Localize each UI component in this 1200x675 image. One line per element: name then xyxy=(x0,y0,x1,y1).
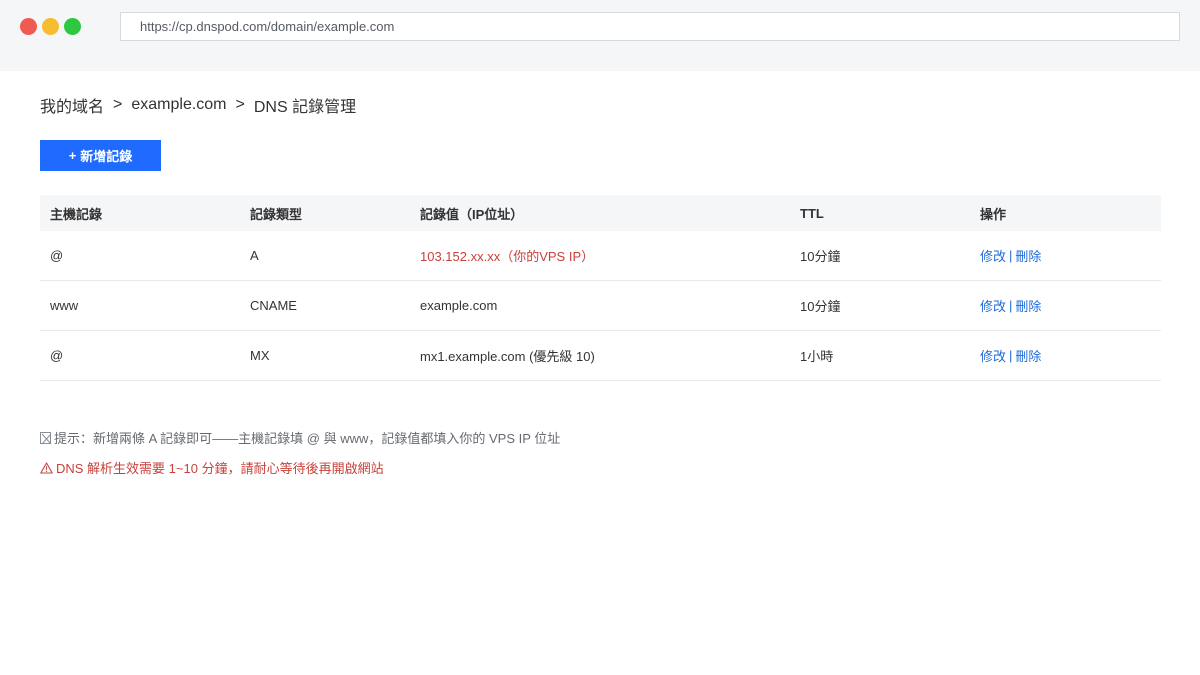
record-ttl: 1小時 xyxy=(800,349,834,364)
header-type: 記錄類型 xyxy=(250,206,303,222)
delete-record-link[interactable]: 刪除 xyxy=(1015,346,1041,365)
edit-record-link[interactable]: 修改 xyxy=(980,346,1006,365)
dns-records-table: 主機記錄 記錄類型 記錄值（IP位址） TTL 操作 @ A 103.152.x… xyxy=(40,195,1161,381)
tip-text: 提示：新增兩條 A 記錄即可——主機記錄填 @ 與 www，記錄值都填入你的 V… xyxy=(54,431,561,446)
record-ttl: 10分鐘 xyxy=(800,299,841,314)
tip-box-icon xyxy=(40,431,52,444)
record-actions: 修改 | 刪除 xyxy=(980,231,1041,280)
delete-record-link[interactable]: 刪除 xyxy=(1015,296,1041,315)
breadcrumb-separator: > xyxy=(235,96,245,113)
record-actions: 修改 | 刪除 xyxy=(980,281,1041,330)
breadcrumb-current-page: DNS 記錄管理 xyxy=(253,99,357,116)
record-ttl: 10分鐘 xyxy=(800,249,841,264)
warning-text: DNS 解析生效需要 1~10 分鐘，請耐心等待後再開啟網站 xyxy=(56,461,384,476)
warning-triangle-icon xyxy=(40,461,53,474)
minimize-window-button[interactable] xyxy=(42,18,59,35)
add-record-label: 新增記錄 xyxy=(80,149,133,164)
maximize-window-button[interactable] xyxy=(64,18,81,35)
table-row: www CNAME example.com 10分鐘 修改 | 刪除 xyxy=(40,281,1161,331)
record-host: @ xyxy=(50,348,64,363)
record-value: mx1.example.com (優先級 10) xyxy=(420,349,595,364)
header-actions: 操作 xyxy=(980,206,1007,222)
header-host: 主機記錄 xyxy=(50,206,103,222)
header-ttl: TTL xyxy=(800,205,824,221)
delete-record-link[interactable]: 刪除 xyxy=(1015,246,1041,265)
table-header: 主機記錄 記錄類型 記錄值（IP位址） TTL 操作 xyxy=(40,195,1161,231)
edit-record-link[interactable]: 修改 xyxy=(980,296,1006,315)
edit-record-link[interactable]: 修改 xyxy=(980,246,1006,265)
warning-note: DNS 解析生效需要 1~10 分鐘，請耐心等待後再開啟網站 xyxy=(40,458,384,477)
record-type: CNAME xyxy=(250,298,297,313)
breadcrumb-domain[interactable]: example.com xyxy=(131,96,226,114)
close-window-button[interactable] xyxy=(20,18,37,35)
address-url: https://cp.dnspod.com/domain/example.com xyxy=(140,19,395,34)
browser-chrome: https://cp.dnspod.com/domain/example.com xyxy=(0,0,1200,71)
breadcrumb-my-domains[interactable]: 我的域名 xyxy=(40,93,104,117)
plus-icon: + xyxy=(68,148,77,163)
record-type: A xyxy=(250,248,259,263)
table-row: @ A 103.152.xx.xx（你的VPS IP） 10分鐘 修改 | 刪除 xyxy=(40,231,1161,281)
record-value: 103.152.xx.xx（你的VPS IP） xyxy=(420,249,595,264)
action-separator: | xyxy=(1009,348,1013,363)
breadcrumb: 我的域名 > example.com > DNS 記錄管理 xyxy=(40,93,356,117)
address-bar[interactable]: https://cp.dnspod.com/domain/example.com xyxy=(120,12,1180,41)
record-value: example.com xyxy=(420,298,498,313)
record-type: MX xyxy=(250,348,270,363)
record-host: @ xyxy=(50,248,64,263)
record-actions: 修改 | 刪除 xyxy=(980,331,1041,380)
header-value: 記錄值（IP位址） xyxy=(420,206,524,222)
table-row: @ MX mx1.example.com (優先級 10) 1小時 修改 | 刪… xyxy=(40,331,1161,381)
tip-note: 提示：新增兩條 A 記錄即可——主機記錄填 @ 與 www，記錄值都填入你的 V… xyxy=(40,428,560,447)
breadcrumb-separator: > xyxy=(113,96,123,113)
action-separator: | xyxy=(1009,298,1013,313)
action-separator: | xyxy=(1009,248,1013,263)
record-host: www xyxy=(50,298,79,313)
add-record-button[interactable]: + 新增記錄 xyxy=(40,140,161,171)
